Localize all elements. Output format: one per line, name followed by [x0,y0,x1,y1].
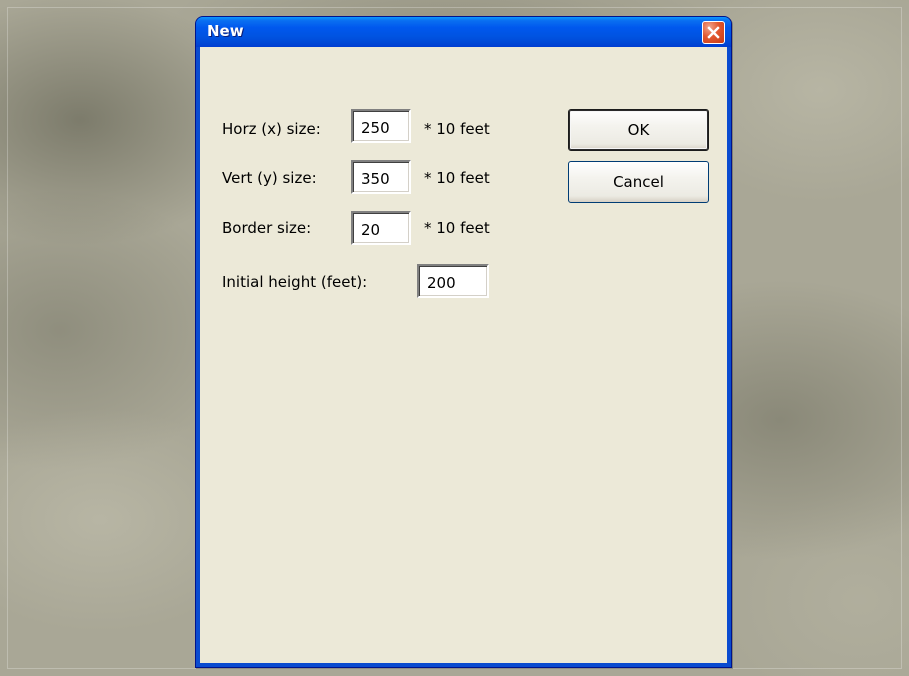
ok-button[interactable]: OK [568,109,709,151]
border-size-input[interactable] [351,211,411,245]
border-size-label: Border size: [222,219,312,237]
vert-unit-label: * 10 feet [424,169,490,187]
border-unit-label: * 10 feet [424,219,490,237]
dialog-client-area: Horz (x) size: * 10 feet Vert (y) size: … [200,47,727,663]
new-dialog: New Horz (x) size: * 10 feet Vert (y) si… [195,16,732,668]
vert-size-input[interactable] [351,160,411,194]
cancel-button[interactable]: Cancel [568,161,709,203]
initial-height-input[interactable] [417,264,489,298]
close-icon [707,26,720,39]
close-button[interactable] [702,21,725,44]
horz-size-label: Horz (x) size: [222,120,321,138]
initial-height-label: Initial height (feet): [222,273,368,291]
title-bar[interactable]: New [196,17,731,47]
horz-unit-label: * 10 feet [424,120,490,138]
vert-size-label: Vert (y) size: [222,169,317,187]
horz-size-input[interactable] [351,109,411,143]
window-title: New [207,22,244,40]
